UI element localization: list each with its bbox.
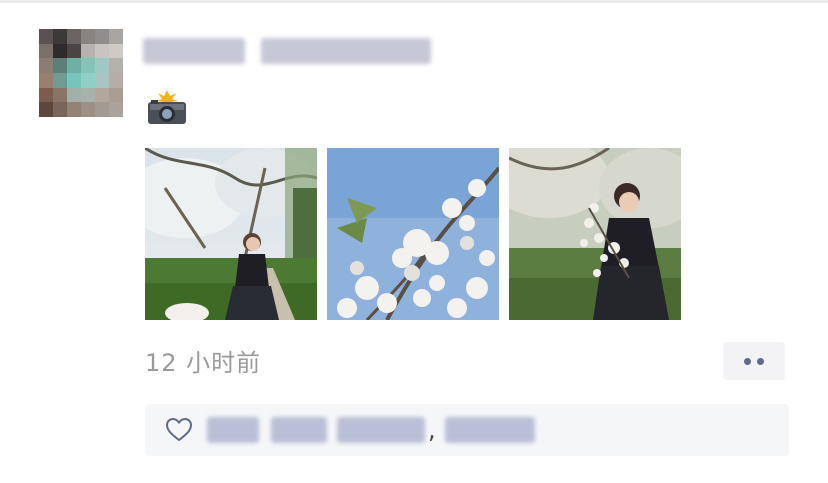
liker-name-4[interactable] (445, 417, 535, 443)
post-photo-3[interactable] (509, 148, 681, 320)
post-timestamp: 12 小时前 (145, 349, 262, 377)
more-dots-icon (744, 357, 751, 365)
post-photo-1[interactable] (145, 148, 317, 320)
user-name[interactable] (143, 35, 431, 67)
heart-outline-icon (165, 417, 193, 442)
top-divider (0, 0, 828, 3)
more-options-button[interactable] (723, 342, 785, 380)
avatar[interactable] (39, 29, 123, 117)
camera-with-flash-icon (148, 90, 186, 124)
liker-separator: , (428, 416, 436, 444)
liker-name-3[interactable] (337, 417, 425, 443)
liker-name-2[interactable] (271, 417, 327, 443)
post-photo-2[interactable] (327, 148, 499, 320)
liker-name-1[interactable] (207, 417, 259, 443)
likes-bar: , (145, 404, 789, 456)
